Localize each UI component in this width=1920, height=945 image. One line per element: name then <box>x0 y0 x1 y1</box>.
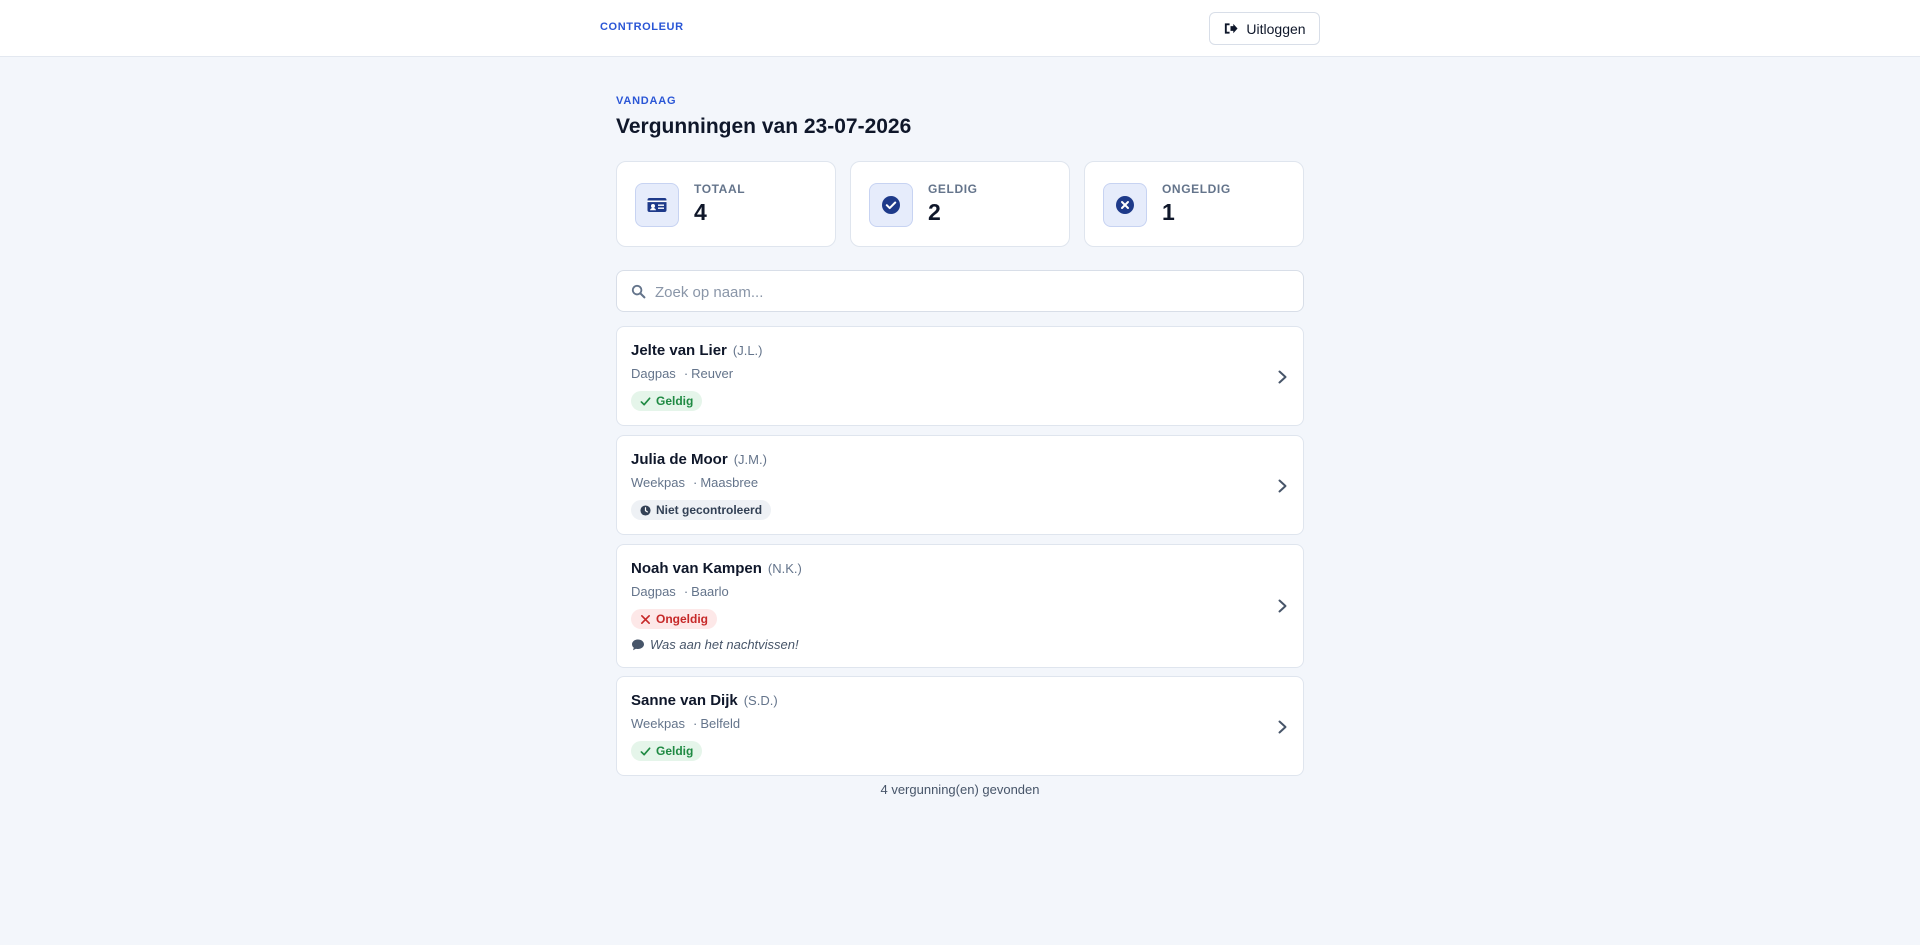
brand-label: CONTROLEUR <box>600 21 684 33</box>
permit-name: Julia de Moor <box>631 451 728 468</box>
stat-label: ONGELDIG <box>1162 182 1231 196</box>
chevron-right-icon <box>1278 599 1287 613</box>
permit-type: Weekpas <box>631 475 685 490</box>
top-bar: CONTROLEUR Uitloggen <box>0 0 1920 57</box>
status-label: Ongeldig <box>656 612 708 626</box>
permit-name: Sanne van Dijk <box>631 692 738 709</box>
page-eyebrow: VANDAAG <box>616 95 677 107</box>
permit-note-text: Was aan het nachtvissen! <box>650 637 799 652</box>
status-badge: Ongeldig <box>631 609 717 629</box>
logout-icon <box>1225 23 1238 34</box>
stat-card-total: TOTAAL 4 <box>616 161 836 247</box>
permit-type: Dagpas <box>631 366 676 381</box>
permit-item[interactable]: Julia de Moor (J.M.) Weekpas · Maasbree Nie… <box>616 435 1304 535</box>
separator-dot: · <box>683 366 689 381</box>
permit-item[interactable]: Jelte van Lier (J.L.) Dagpas · Reuver Geldi… <box>616 326 1304 426</box>
check-circle-icon <box>882 196 900 214</box>
stat-card-valid: GELDIG 2 <box>850 161 1070 247</box>
search-input[interactable] <box>655 279 1285 305</box>
separator-dot: · <box>683 584 689 599</box>
stat-value: 2 <box>928 199 941 225</box>
search-box <box>616 270 1304 312</box>
permit-note: Was aan het nachtvissen! <box>631 637 799 652</box>
permit-type: Dagpas <box>631 584 676 599</box>
check-icon <box>640 396 651 406</box>
id-card-icon <box>647 198 667 212</box>
chevron-right-icon <box>1278 479 1287 493</box>
x-icon <box>641 614 650 624</box>
check-icon <box>640 746 651 756</box>
permit-name: Jelte van Lier <box>631 342 727 359</box>
permit-location: Reuver <box>691 366 734 381</box>
permit-item[interactable]: Sanne van Dijk (S.D.) Weekpas · Belfeld Gel… <box>616 676 1304 776</box>
stat-card-invalid: ONGELDIG 1 <box>1084 161 1304 247</box>
status-label: Geldig <box>656 744 694 758</box>
page-title: Vergunningen van 23-07-2026 <box>616 115 912 138</box>
permit-location: Maasbree <box>700 475 759 490</box>
permit-initials: (J.M.) <box>733 452 767 467</box>
logout-label: Uitloggen <box>1246 20 1306 37</box>
chevron-right-icon <box>1278 370 1287 384</box>
separator-dot: · <box>692 475 698 490</box>
permit-type: Weekpas <box>631 716 685 731</box>
logout-button[interactable]: Uitloggen <box>1209 12 1320 45</box>
x-circle-icon <box>1116 196 1134 214</box>
search-icon <box>631 284 646 299</box>
separator-dot: · <box>692 716 698 731</box>
status-badge: Geldig <box>631 741 703 761</box>
permit-name: Noah van Kampen <box>631 560 762 577</box>
permit-initials: (N.K.) <box>767 561 802 576</box>
permit-location: Belfeld <box>700 716 741 731</box>
stat-value: 4 <box>694 199 707 225</box>
status-badge: Geldig <box>631 391 703 411</box>
clock-icon <box>640 504 651 516</box>
permit-initials: (J.L.) <box>732 343 763 358</box>
permit-initials: (S.D.) <box>743 693 778 708</box>
status-label: Niet gecontroleerd <box>656 503 763 517</box>
permit-location: Baarlo <box>691 584 729 599</box>
result-count: 4 vergunning(en) gevonden <box>880 782 1040 797</box>
comment-icon <box>632 639 644 650</box>
stat-value: 1 <box>1162 199 1175 225</box>
stat-label: GELDIG <box>928 182 978 196</box>
status-label: Geldig <box>656 394 694 408</box>
chevron-right-icon <box>1278 720 1287 734</box>
permit-item[interactable]: Noah van Kampen (N.K.) Dagpas · Baarlo Onge… <box>616 544 1304 668</box>
status-badge: Niet gecontroleerd <box>631 500 772 520</box>
stat-label: TOTAAL <box>694 182 746 196</box>
